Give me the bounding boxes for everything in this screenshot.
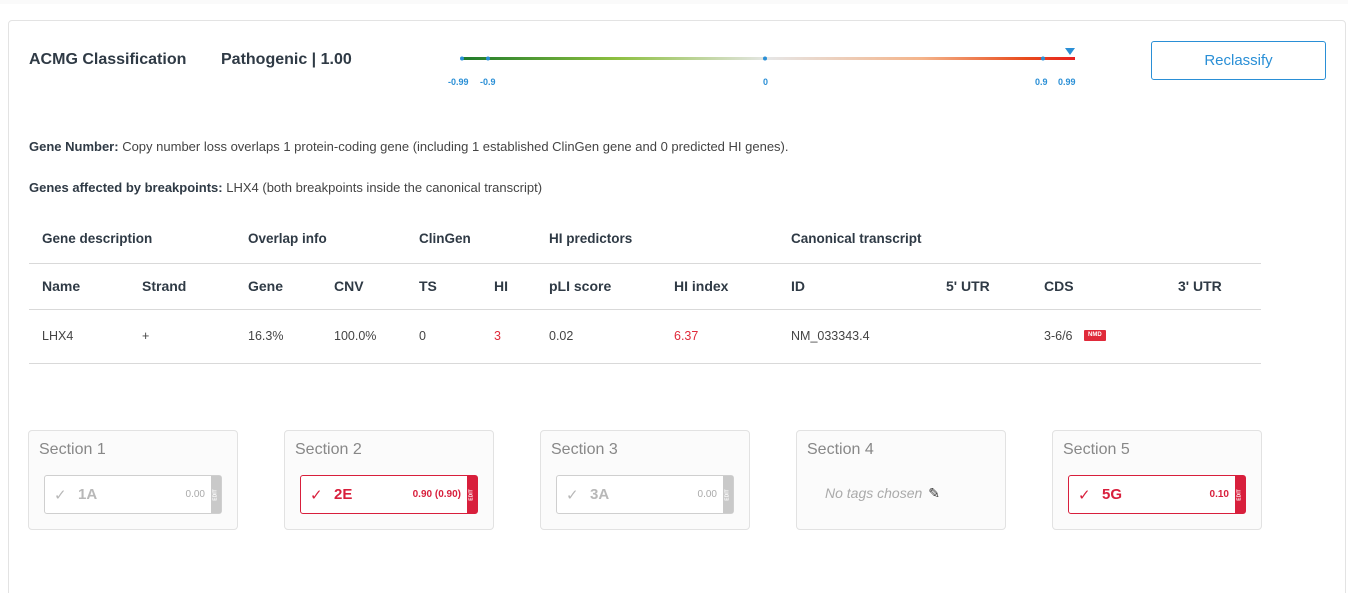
nmd-badge: NMD xyxy=(1084,330,1106,341)
cell-transcript-id: NM_033343.4 xyxy=(791,329,870,343)
cell-cnv: 100.0% xyxy=(334,329,377,343)
tag-code: 3A xyxy=(590,486,610,503)
group-header-canonical-transcript: Canonical transcript xyxy=(791,231,922,246)
column-header-hi-index: HI index xyxy=(674,278,729,294)
breakpoints-label: Genes affected by breakpoints: xyxy=(29,180,223,195)
check-icon: ✓ xyxy=(566,487,579,504)
column-header-cds: CDS xyxy=(1044,278,1074,294)
scale-tick-label: -0.9 xyxy=(480,77,496,87)
gene-number-text: Copy number loss overlaps 1 protein-codi… xyxy=(118,139,789,154)
column-header-gene: Gene xyxy=(248,278,284,294)
triangle-marker-icon xyxy=(1065,48,1075,55)
cell-hi: 3 xyxy=(494,329,501,343)
edit-label: EDIT xyxy=(469,488,476,501)
section-title: Section 1 xyxy=(39,441,106,458)
column-header-name: Name xyxy=(42,278,81,294)
column-header-hi: HI xyxy=(494,278,508,294)
cell-gene: 16.3% xyxy=(248,329,284,343)
group-header-overlap-info: Overlap info xyxy=(248,231,327,246)
no-tags-text: No tags chosen xyxy=(825,485,923,501)
edit-label: EDIT xyxy=(213,488,220,501)
check-icon: ✓ xyxy=(54,487,67,504)
cell-hi-index: 6.37 xyxy=(674,329,699,343)
acmg-classification-value: Pathogenic | 1.00 xyxy=(221,51,352,68)
breakpoints-line: Genes affected by breakpoints: LHX4 (bot… xyxy=(29,180,542,195)
edit-label: EDIT xyxy=(1237,488,1244,501)
column-header-pli-score: pLI score xyxy=(549,278,612,294)
tag-score: 0.00 xyxy=(697,489,717,500)
section-1-card: Section 1 ✓ 1A 0.00 EDIT xyxy=(28,430,238,530)
gene-number-label: Gene Number: xyxy=(29,139,119,154)
scale-tick-label: 0 xyxy=(763,77,769,87)
table-divider xyxy=(29,263,1261,264)
check-icon: ✓ xyxy=(1078,487,1091,504)
scale-tick-dot xyxy=(763,56,767,61)
column-header-5-utr: 5' UTR xyxy=(946,278,990,294)
cell-name: LHX4 xyxy=(42,329,74,343)
breakpoints-text: LHX4 (both breakpoints inside the canoni… xyxy=(222,180,543,195)
top-divider xyxy=(0,0,1348,4)
reclassify-button[interactable]: Reclassify xyxy=(1151,41,1326,80)
edit-label: EDIT xyxy=(725,488,732,501)
scale-tick-dot xyxy=(1041,56,1045,61)
pencil-icon[interactable]: ✎ xyxy=(928,485,940,501)
scale-tick-label: 0.9 xyxy=(1035,77,1048,87)
cell-cds: 3-6/6 xyxy=(1044,329,1073,343)
column-header-id: ID xyxy=(791,278,805,294)
gene-number-line: Gene Number: Copy number loss overlaps 1… xyxy=(29,139,788,154)
section-title: Section 4 xyxy=(807,441,874,458)
section-3-card: Section 3 ✓ 3A 0.00 EDIT xyxy=(540,430,750,530)
scale-tick-dot xyxy=(486,56,490,61)
tag-5g[interactable]: ✓ 5G 0.10 EDIT xyxy=(1068,475,1246,514)
group-header-gene-description: Gene description xyxy=(42,231,153,246)
table-divider xyxy=(29,363,1261,364)
tag-code: 5G xyxy=(1102,486,1123,503)
table-divider xyxy=(29,309,1261,310)
cell-pli-score: 0.02 xyxy=(549,329,574,343)
edit-tag-button[interactable]: EDIT xyxy=(1235,476,1245,513)
section-title: Section 2 xyxy=(295,441,362,458)
section-5-card: Section 5 ✓ 5G 0.10 EDIT xyxy=(1052,430,1262,530)
tag-score: 0.10 xyxy=(1209,489,1229,500)
classification-scale: -0.99 -0.9 0 0.9 0.99 xyxy=(448,44,1088,94)
tag-code: 2E xyxy=(334,486,353,503)
acmg-classification-label: ACMG Classification xyxy=(29,51,187,68)
cell-strand: + xyxy=(142,329,150,343)
edit-tag-button[interactable]: EDIT xyxy=(723,476,733,513)
tag-3a[interactable]: ✓ 3A 0.00 EDIT xyxy=(556,475,734,514)
check-icon: ✓ xyxy=(310,487,323,504)
scale-tick-dot xyxy=(460,56,464,61)
column-header-cnv: CNV xyxy=(334,278,364,294)
column-header-3-utr: 3' UTR xyxy=(1178,278,1222,294)
scale-tick-label: 0.99 xyxy=(1058,77,1076,87)
tag-1a[interactable]: ✓ 1A 0.00 EDIT xyxy=(44,475,222,514)
section-2-card: Section 2 ✓ 2E 0.90 (0.90) EDIT xyxy=(284,430,494,530)
edit-tag-button[interactable]: EDIT xyxy=(211,476,221,513)
scale-tick-label: -0.99 xyxy=(448,77,469,87)
group-header-hi-predictors: HI predictors xyxy=(549,231,633,246)
no-tags-chosen[interactable]: No tags chosen ✎ xyxy=(825,485,940,502)
tag-score: 0.90 (0.90) xyxy=(412,489,461,500)
section-4-card: Section 4 No tags chosen ✎ xyxy=(796,430,1006,530)
section-title: Section 3 xyxy=(551,441,618,458)
tag-2e[interactable]: ✓ 2E 0.90 (0.90) EDIT xyxy=(300,475,478,514)
group-header-clingen: ClinGen xyxy=(419,231,471,246)
section-title: Section 5 xyxy=(1063,441,1130,458)
edit-tag-button[interactable]: EDIT xyxy=(467,476,477,513)
cell-ts: 0 xyxy=(419,329,426,343)
tag-code: 1A xyxy=(78,486,98,503)
tag-score: 0.00 xyxy=(185,489,205,500)
column-header-strand: Strand xyxy=(142,278,187,294)
column-header-ts: TS xyxy=(419,278,437,294)
